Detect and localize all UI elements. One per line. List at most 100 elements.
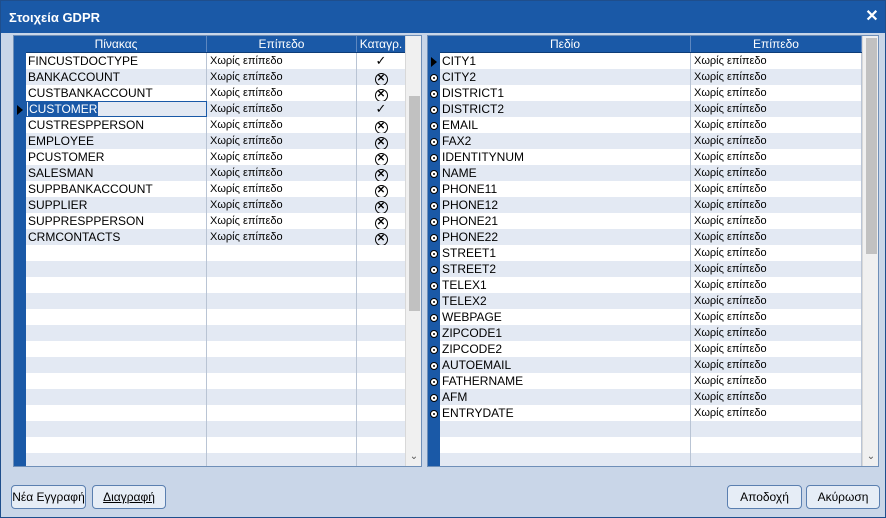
log-cell[interactable]: ✕ <box>357 213 406 229</box>
table-row[interactable]: SALESMAN Χωρίς επίπεδο ✕ <box>26 165 406 181</box>
log-cell[interactable]: ✕ <box>357 229 406 245</box>
field-name-cell[interactable]: PHONE22 <box>440 229 691 245</box>
field-level-cell[interactable]: Χωρίς επίπεδο <box>691 53 862 69</box>
level-cell[interactable]: Χωρίς επίπεδο <box>207 117 357 133</box>
column-header-table[interactable]: Πίνακας <box>26 36 207 52</box>
level-cell[interactable]: Χωρίς επίπεδο <box>207 69 357 85</box>
field-row[interactable]: ZIPCODE1 Χωρίς επίπεδο <box>440 325 862 341</box>
field-level-cell[interactable] <box>691 437 862 453</box>
x-circle-icon[interactable]: ✕ <box>374 153 388 165</box>
log-cell[interactable] <box>357 405 406 421</box>
table-row[interactable]: PCUSTOMER Χωρίς επίπεδο ✕ <box>26 149 406 165</box>
field-row[interactable]: AFM Χωρίς επίπεδο <box>440 389 862 405</box>
log-cell[interactable] <box>357 245 406 261</box>
level-cell[interactable] <box>207 357 357 373</box>
table-name-cell[interactable]: SALESMAN <box>26 165 207 181</box>
field-row[interactable]: ENTRYDATE Χωρίς επίπεδο <box>440 405 862 421</box>
column-header-log[interactable]: Καταγρ. <box>357 36 406 52</box>
log-cell[interactable]: ✕ <box>357 197 406 213</box>
field-name-cell[interactable]: NAME <box>440 165 691 181</box>
table-name-cell[interactable]: CUSTOMER <box>26 101 207 117</box>
log-cell[interactable]: ✓ <box>357 101 406 117</box>
level-cell[interactable] <box>207 325 357 341</box>
field-level-cell[interactable]: Χωρίς επίπεδο <box>691 181 862 197</box>
field-row[interactable]: DISTRICT2 Χωρίς επίπεδο <box>440 101 862 117</box>
log-cell[interactable]: ✕ <box>357 181 406 197</box>
field-row[interactable]: CITY1 Χωρίς επίπεδο <box>440 53 862 69</box>
empty-row[interactable] <box>26 245 406 261</box>
table-row[interactable]: EMPLOYEE Χωρίς επίπεδο ✕ <box>26 133 406 149</box>
log-cell[interactable] <box>357 357 406 373</box>
field-level-cell[interactable]: Χωρίς επίπεδο <box>691 245 862 261</box>
field-row[interactable]: NAME Χωρίς επίπεδο <box>440 165 862 181</box>
empty-row[interactable] <box>26 309 406 325</box>
column-header-field-level[interactable]: Επίπεδο <box>691 36 862 52</box>
log-cell[interactable] <box>357 325 406 341</box>
field-row[interactable]: EMAIL Χωρίς επίπεδο <box>440 117 862 133</box>
table-name-cell[interactable] <box>26 453 207 466</box>
x-circle-icon[interactable]: ✕ <box>374 137 388 149</box>
empty-row[interactable] <box>26 373 406 389</box>
log-cell[interactable]: ✕ <box>357 165 406 181</box>
field-level-cell[interactable]: Χωρίς επίπεδο <box>691 405 862 421</box>
log-cell[interactable] <box>357 437 406 453</box>
field-name-cell[interactable] <box>440 453 691 466</box>
table-name-cell[interactable] <box>26 405 207 421</box>
field-name-cell[interactable]: AUTOEMAIL <box>440 357 691 373</box>
x-circle-icon[interactable]: ✕ <box>374 169 388 181</box>
empty-row[interactable] <box>26 405 406 421</box>
right-vertical-scrollbar[interactable]: ⌄ <box>862 36 878 466</box>
field-row[interactable]: FAX2 Χωρίς επίπεδο <box>440 133 862 149</box>
empty-row[interactable] <box>26 421 406 437</box>
field-name-cell[interactable]: CITY2 <box>440 69 691 85</box>
table-name-cell[interactable] <box>26 373 207 389</box>
empty-row[interactable] <box>26 437 406 453</box>
level-cell[interactable]: Χωρίς επίπεδο <box>207 181 357 197</box>
right-scroll-thumb[interactable] <box>866 38 877 254</box>
level-cell[interactable] <box>207 261 357 277</box>
field-level-cell[interactable]: Χωρίς επίπεδο <box>691 117 862 133</box>
empty-row[interactable] <box>440 437 862 453</box>
field-name-cell[interactable]: PHONE21 <box>440 213 691 229</box>
log-cell[interactable]: ✕ <box>357 149 406 165</box>
table-name-cell[interactable]: BANKACCOUNT <box>26 69 207 85</box>
scroll-down-icon[interactable]: ⌄ <box>406 450 421 464</box>
field-row[interactable]: PHONE22 Χωρίς επίπεδο <box>440 229 862 245</box>
empty-row[interactable] <box>26 293 406 309</box>
level-cell[interactable]: Χωρίς επίπεδο <box>207 101 357 117</box>
table-row[interactable]: CUSTBANKACCOUNT Χωρίς επίπεδο ✕ <box>26 85 406 101</box>
table-name-cell[interactable]: CRMCONTACTS <box>26 229 207 245</box>
column-header-field[interactable]: Πεδίο <box>440 36 691 52</box>
delete-button[interactable]: Διαγραφή <box>92 485 166 509</box>
field-name-cell[interactable]: AFM <box>440 389 691 405</box>
level-cell[interactable] <box>207 421 357 437</box>
empty-row[interactable] <box>26 325 406 341</box>
x-circle-icon[interactable]: ✕ <box>374 73 388 85</box>
close-icon[interactable]: ✕ <box>863 8 881 26</box>
field-name-cell[interactable]: WEBPAGE <box>440 309 691 325</box>
empty-row[interactable] <box>26 341 406 357</box>
field-level-cell[interactable] <box>691 453 862 466</box>
field-level-cell[interactable]: Χωρίς επίπεδο <box>691 149 862 165</box>
level-cell[interactable]: Χωρίς επίπεδο <box>207 53 357 69</box>
field-level-cell[interactable]: Χωρίς επίπεδο <box>691 309 862 325</box>
accept-button[interactable]: Αποδοχή <box>727 485 802 509</box>
level-cell[interactable]: Χωρίς επίπεδο <box>207 85 357 101</box>
table-name-cell[interactable] <box>26 325 207 341</box>
field-name-cell[interactable]: FAX2 <box>440 133 691 149</box>
table-name-cell[interactable]: FINCUSTDOCTYPE <box>26 53 207 69</box>
log-cell[interactable] <box>357 309 406 325</box>
level-cell[interactable]: Χωρίς επίπεδο <box>207 229 357 245</box>
scroll-down-icon[interactable]: ⌄ <box>863 450 878 464</box>
empty-row[interactable] <box>26 453 406 466</box>
log-cell[interactable] <box>357 453 406 466</box>
table-name-cell[interactable] <box>26 437 207 453</box>
field-level-cell[interactable]: Χωρίς επίπεδο <box>691 133 862 149</box>
field-name-cell[interactable]: FATHERNAME <box>440 373 691 389</box>
level-cell[interactable] <box>207 373 357 389</box>
left-scroll-thumb[interactable] <box>409 96 420 311</box>
table-row[interactable]: CUSTRESPPERSON Χωρίς επίπεδο ✕ <box>26 117 406 133</box>
table-name-cell[interactable] <box>26 277 207 293</box>
log-cell[interactable] <box>357 341 406 357</box>
table-row[interactable]: CRMCONTACTS Χωρίς επίπεδο ✕ <box>26 229 406 245</box>
